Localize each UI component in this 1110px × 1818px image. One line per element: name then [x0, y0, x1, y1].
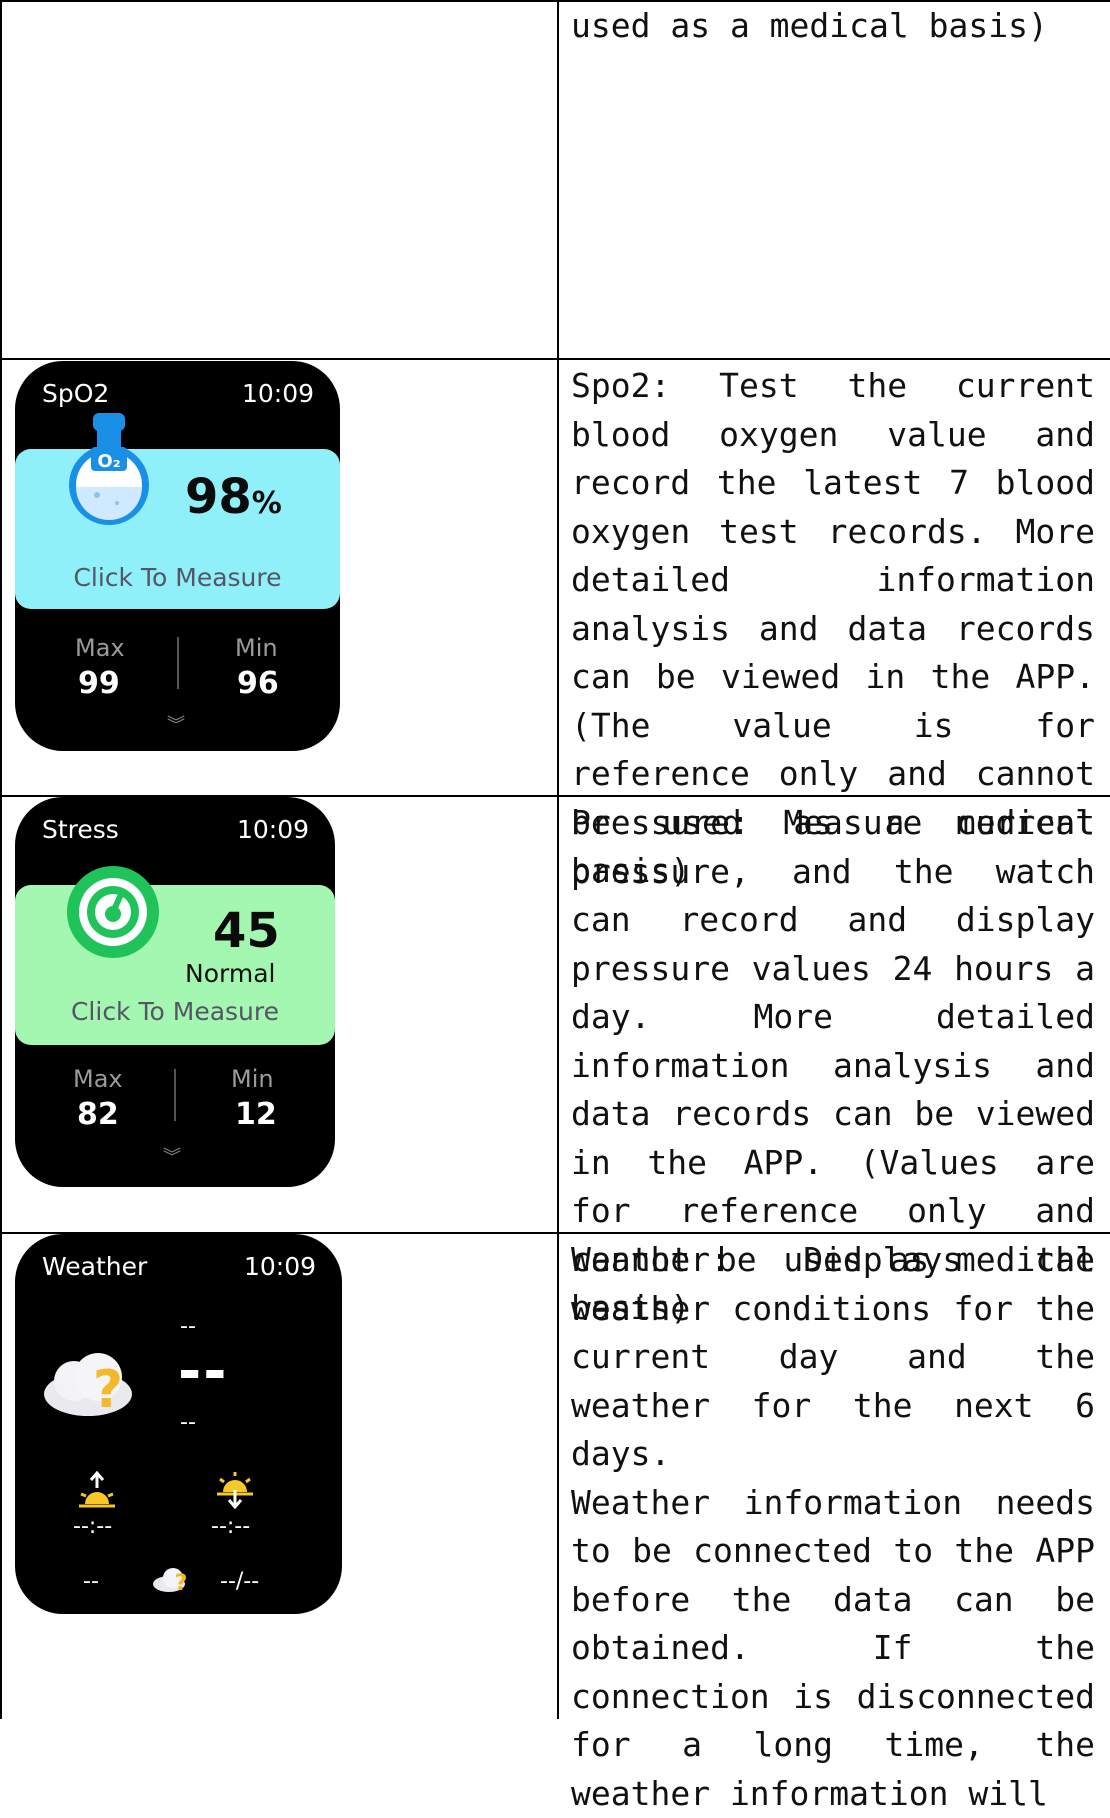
stat-divider [177, 637, 179, 689]
min-label: Min [235, 634, 278, 662]
stress-value: 45 [213, 903, 280, 959]
sunrise-time: --:-- [73, 1514, 112, 1539]
row-0-description: used as a medical basis) [571, 2, 1095, 51]
measure-panel[interactable]: 98% Click To Measure [15, 449, 340, 609]
sunset-time: --:-- [211, 1514, 250, 1539]
max-value: 99 [78, 666, 120, 701]
o2-flask-icon: O₂ [67, 413, 151, 525]
max-label: Max [73, 1065, 123, 1093]
stat-divider [174, 1069, 176, 1121]
svg-text:?: ? [175, 1571, 188, 1594]
spo2-watch-screen[interactable]: SpO2 10:09 98% Click To Measure O₂ Max 9… [15, 361, 340, 751]
sunrise-icon [77, 1470, 117, 1510]
measure-panel[interactable]: 45 Normal Click To Measure [15, 885, 335, 1045]
o2-icon-text: O₂ [97, 451, 120, 472]
table-border-left [0, 0, 2, 1719]
small-weather-icon: ? [151, 1564, 193, 1594]
min-value: 96 [237, 666, 279, 701]
weather-main-dash: -- [178, 1339, 228, 1404]
weather-watch-screen[interactable]: Weather 10:09 ? -- -- -- --:-- --:-- -- … [15, 1234, 342, 1614]
chevron-down-icon[interactable]: ︾ [167, 711, 185, 737]
max-value: 82 [77, 1097, 119, 1132]
stress-gauge-icon [65, 864, 161, 960]
watch-title: SpO2 [42, 379, 109, 408]
watch-title: Stress [42, 815, 119, 844]
click-to-measure-label: Click To Measure [15, 563, 340, 592]
watch-time: 10:09 [237, 815, 309, 844]
weather-top-dash: -- [180, 1314, 196, 1339]
weather-description: Weather: Displays the weather conditions… [571, 1236, 1095, 1818]
sunset-icon [215, 1470, 255, 1510]
footer-left-dash: -- [83, 1569, 99, 1594]
svg-text:?: ? [93, 1360, 123, 1420]
weather-description-para-1: Weather: Displays the weather conditions… [571, 1236, 1095, 1479]
stress-watch-screen[interactable]: Stress 10:09 45 Normal Click To Measure … [15, 797, 335, 1187]
max-label: Max [75, 634, 125, 662]
table-column-divider [557, 0, 559, 1719]
weather-bottom-dash: -- [180, 1410, 196, 1435]
row-divider-1 [0, 358, 1110, 360]
stress-status: Normal [185, 959, 275, 988]
min-label: Min [231, 1065, 274, 1093]
spo2-value: 98% [185, 469, 282, 525]
unknown-weather-icon: ? [40, 1339, 140, 1429]
watch-time: 10:09 [242, 379, 314, 408]
watch-title: Weather [42, 1252, 147, 1281]
weather-description-para-2: Weather information needs to be connecte… [571, 1479, 1095, 1818]
min-value: 12 [235, 1097, 277, 1132]
click-to-measure-label: Click To Measure [15, 997, 335, 1026]
spo2-unit: % [252, 486, 282, 521]
chevron-down-icon[interactable]: ︾ [163, 1143, 181, 1169]
watch-time: 10:09 [244, 1252, 316, 1281]
footer-right-dash: --/-- [220, 1569, 259, 1594]
